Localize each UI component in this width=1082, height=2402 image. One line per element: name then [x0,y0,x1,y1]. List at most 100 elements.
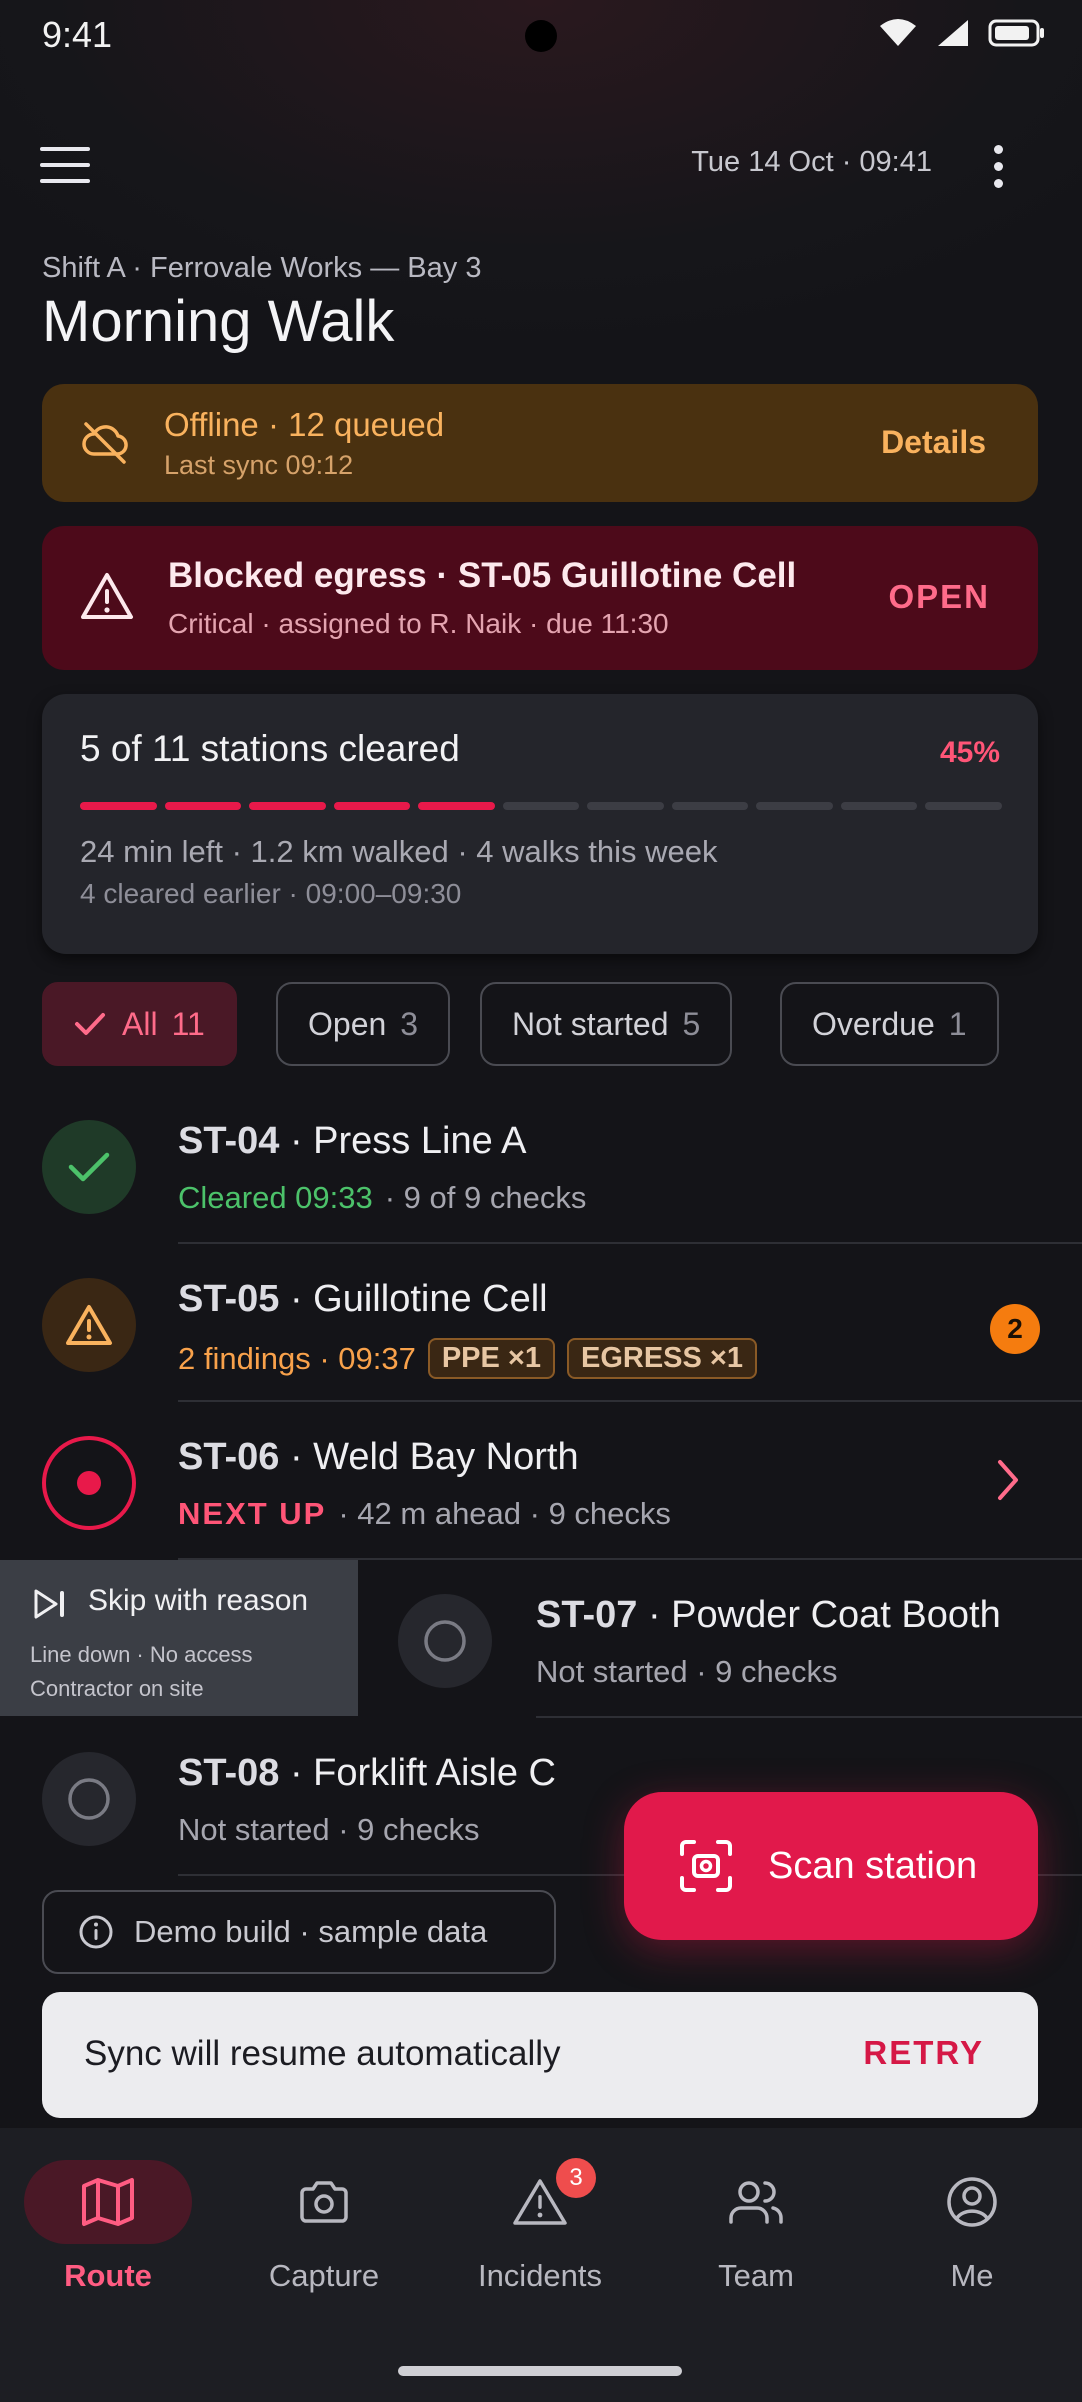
home-indicator[interactable] [398,2366,682,2376]
station-name: ST-08 · Forklift Aisle C [178,1752,556,1794]
map-icon [80,2176,136,2228]
station-code: ST-08 [178,1752,280,1794]
filter-label: Overdue [812,1005,935,1042]
incidents-count-badge: 3 [556,2158,596,2198]
menu-button[interactable] [40,130,130,200]
hamburger-icon [40,145,92,185]
station-row-st-06[interactable]: ST-06 · Weld Bay North NEXT UP · 42 m ah… [0,1402,1082,1560]
offline-banner: Offline · 12 queued Last sync 09:12 Deta… [42,384,1038,502]
station-title: Forklift Aisle C [313,1752,556,1794]
not-started-status-avatar [42,1752,136,1846]
progress-card: 5 of 11 stations cleared 45% 24 min left… [42,694,1038,954]
nav-tab-me[interactable]: Me [864,2128,1080,2328]
check-icon [74,1011,106,1037]
critical-alert-banner[interactable]: Blocked egress · ST-05 Guillotine Cell C… [42,526,1038,670]
demo-build-label: Demo build · sample data [134,1914,488,1949]
check-icon [67,1150,111,1184]
station-name: ST-07 · Powder Coat Booth [536,1594,1001,1636]
bottom-navigation: Route Capture 3 Incidents Team Me [0,2128,1082,2402]
cellular-icon [936,18,970,48]
station-code: ST-05 [178,1278,280,1320]
alert-title: Blocked egress · ST-05 Guillotine Cell [168,556,797,595]
filter-count: 1 [948,1005,967,1042]
info-icon [78,1914,114,1950]
progress-segment [925,802,1003,810]
not-started-status-avatar [398,1594,492,1688]
skip-reasons-line: Line down · No access [30,1642,253,1667]
filter-count: 5 [682,1005,701,1042]
offline-details-button[interactable]: Details [881,424,986,461]
station-name: ST-06 · Weld Bay North [178,1436,579,1478]
skip-next-icon [32,1588,68,1620]
filter-count: 3 [400,1005,419,1042]
filter-count: 11 [171,1005,205,1042]
station-meta: 2 findings · 09:37 PPE ×1 EGRESS ×1 [178,1338,757,1379]
station-row-st-07[interactable]: ST-07 · Powder Coat Booth Not started · … [358,1560,1082,1718]
progress-segments [80,802,1003,810]
progress-segment [502,802,580,810]
station-detail: · 42 m ahead · 9 checks [338,1496,671,1531]
filter-chip-open[interactable]: Open 3 [276,982,451,1066]
progress-segment [587,802,664,810]
finding-tag-ppe: PPE ×1 [427,1338,555,1379]
wifi-icon [878,18,918,48]
filter-chip-not-started[interactable]: Not started 5 [480,982,733,1066]
station-title: Powder Coat Booth [671,1594,1001,1636]
progress-segment [671,802,749,810]
skip-reasons: Line down · No access Contractor on site [30,1638,253,1706]
current-dot-icon [76,1470,102,1496]
skip-title: Skip with reason [88,1584,309,1617]
station-detail: · 9 of 9 checks [384,1180,587,1215]
nav-label: Incidents [477,2258,603,2293]
station-code: ST-06 [178,1436,280,1478]
nav-tab-route[interactable]: Route [0,2128,216,2328]
nav-tab-incidents[interactable]: 3 Incidents [432,2128,648,2328]
offline-title: Offline · 12 queued [164,406,445,443]
station-code: ST-04 [178,1120,280,1162]
camera-icon [298,2179,350,2225]
camera-cutout [525,20,557,52]
filter-label: Not started [512,1005,669,1042]
station-title: Weld Bay North [313,1436,579,1478]
station-title: Press Line A [313,1120,527,1162]
scan-station-button[interactable]: Scan station [624,1792,1038,1940]
station-code: ST-07 [536,1594,638,1636]
status-icons [878,18,1046,48]
station-row-st-05[interactable]: ST-05 · Guillotine Cell 2 findings · 09:… [0,1244,1082,1402]
station-status: Cleared 09:33 [178,1180,373,1215]
filter-chip-all[interactable]: All 11 [42,982,237,1066]
progress-segment [333,802,411,810]
progress-stats: 24 min left · 1.2 km walked · 4 walks th… [80,834,718,869]
cleared-status-avatar [42,1120,136,1214]
progress-segment [249,802,326,810]
filter-chip-overdue[interactable]: Overdue 1 [780,982,999,1066]
retry-button[interactable]: RETRY [863,2034,984,2072]
station-title: Guillotine Cell [313,1278,548,1320]
station-meta: NEXT UP · 42 m ahead · 9 checks [178,1496,671,1532]
warning-icon [65,1303,113,1347]
station-status: Not started · 9 checks [536,1654,838,1689]
nav-tab-team[interactable]: Team [648,2128,864,2328]
next-up-status-avatar [42,1436,136,1530]
status-time: 9:41 [42,14,113,55]
findings-status-avatar [42,1278,136,1372]
nav-tab-capture[interactable]: Capture [216,2128,432,2328]
warning-icon [80,571,134,621]
more-vert-icon [993,144,1003,154]
nav-label: Route [64,2258,152,2293]
more-options-button[interactable] [970,135,1026,197]
station-name: ST-04 · Press Line A [178,1120,527,1162]
last-sync-text: Last sync 09:12 [164,450,354,480]
alert-open-button[interactable]: OPEN [888,578,990,616]
progress-percent: 45% [939,736,1000,769]
scan-station-label: Scan station [768,1844,978,1887]
alert-subtitle: Critical · assigned to R. Naik · due 11:… [168,608,669,639]
station-status: 2 findings · 09:37 [178,1340,416,1376]
station-row-st-04[interactable]: ST-04 · Press Line A Cleared 09:33 · 9 o… [0,1086,1082,1244]
station-name: ST-05 · Guillotine Cell [178,1278,548,1320]
swipe-skip-action[interactable]: Skip with reason Line down · No access C… [0,1560,358,1716]
nav-label: Capture [268,2258,380,2293]
progress-title: 5 of 11 stations cleared [80,728,460,769]
progress-earlier: 4 cleared earlier · 09:00–09:30 [80,878,462,909]
current-datetime: Tue 14 Oct · 09:41 [691,146,932,178]
